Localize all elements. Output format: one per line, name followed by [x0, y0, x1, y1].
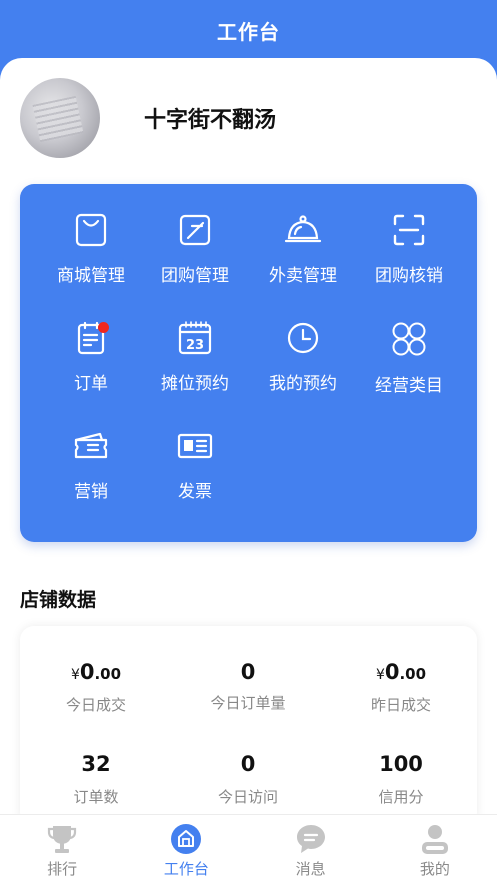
stat-label: 今日访问	[217, 788, 278, 806]
tab-label: 我的	[419, 860, 450, 878]
message-icon	[294, 822, 328, 856]
stat-label: 信用分	[378, 788, 424, 806]
menu-label: 外卖管理	[269, 266, 337, 286]
stat-today-sales[interactable]: ¥0.00 今日成交	[20, 658, 172, 715]
stat-label: 订单数	[73, 788, 119, 806]
menu-label: 团购核销	[375, 266, 443, 286]
svg-text:23: 23	[186, 338, 204, 353]
menu-item-group-buy-management[interactable]: 团购管理	[138, 184, 252, 286]
menu-item-stall-booking[interactable]: 23 摊位预约	[138, 292, 252, 394]
stat-value: 0	[240, 660, 256, 684]
store-data-card: ¥0.00 今日成交 0 今日订单量 ¥0.00 昨日成交 32 订单数 0 今…	[20, 626, 477, 826]
stat-value: 0	[240, 752, 256, 776]
menu-label: 我的预约	[269, 374, 337, 394]
ticket-icon	[71, 428, 111, 464]
stat-value: 100	[379, 752, 423, 776]
invoice-icon	[175, 428, 215, 464]
notification-badge	[98, 322, 109, 333]
food-cloche-icon	[283, 212, 323, 248]
stat-today-orders[interactable]: 0 今日订单量	[172, 658, 324, 713]
function-menu-card: 商城管理 团购管理 外卖管理 团购核销 订单 23 摊位预约 我的预约 经营类目…	[20, 184, 477, 542]
menu-label: 发票	[178, 482, 212, 502]
menu-item-business-category[interactable]: 经营类目	[352, 292, 466, 396]
stat-value: 32	[81, 752, 111, 776]
stat-credit-score[interactable]: 100 信用分	[325, 750, 477, 807]
menu-item-mall-management[interactable]: 商城管理	[34, 184, 148, 286]
menu-item-group-buy-verification[interactable]: 团购核销	[352, 184, 466, 286]
stat-yesterday-sales[interactable]: ¥0.00 昨日成交	[325, 658, 477, 715]
menu-item-orders[interactable]: 订单	[34, 292, 148, 394]
menu-item-marketing[interactable]: 营销	[34, 400, 148, 502]
avatar[interactable]	[20, 78, 100, 158]
user-icon	[418, 822, 452, 856]
tab-messages[interactable]: 消息	[249, 815, 373, 883]
stat-label: 今日成交	[65, 696, 126, 714]
clock-icon	[283, 320, 323, 356]
trophy-icon	[45, 822, 79, 856]
stat-today-visits[interactable]: 0 今日访问	[172, 750, 324, 807]
order-clipboard-icon	[71, 320, 111, 356]
stat-order-count[interactable]: 32 订单数	[20, 750, 172, 807]
tab-label: 消息	[295, 860, 326, 878]
tab-workbench[interactable]: 工作台	[124, 815, 248, 883]
page-title: 工作台	[217, 19, 280, 44]
menu-item-invoice[interactable]: 发票	[138, 400, 252, 502]
stat-value: ¥0.00	[375, 660, 427, 684]
menu-label: 团购管理	[161, 266, 229, 286]
category-grid-icon	[389, 320, 429, 358]
bottom-tab-bar: 排行 工作台 消息 我的	[0, 814, 497, 883]
menu-label: 商城管理	[57, 266, 125, 286]
workbench-icon	[169, 822, 203, 856]
menu-label: 经营类目	[375, 376, 443, 396]
shopping-bag-icon	[71, 212, 111, 248]
stat-label: 昨日成交	[370, 696, 431, 714]
menu-label: 摊位预约	[161, 374, 229, 394]
edit-square-icon	[175, 212, 215, 248]
tab-label: 排行	[47, 860, 78, 878]
menu-item-takeout-management[interactable]: 外卖管理	[246, 184, 360, 286]
store-data-title: 店铺数据	[20, 589, 97, 611]
scan-icon	[389, 212, 429, 248]
tab-label: 工作台	[163, 860, 209, 878]
stat-label: 今日订单量	[210, 694, 286, 712]
menu-label: 订单	[74, 374, 108, 394]
menu-label: 营销	[74, 482, 108, 502]
stat-value: ¥0.00	[70, 660, 122, 684]
top-bar: 工作台	[0, 0, 497, 60]
tab-ranking[interactable]: 排行	[0, 815, 124, 883]
shop-name: 十字街不翻汤	[144, 108, 277, 133]
calendar-icon: 23	[175, 320, 215, 356]
shop-profile[interactable]: 十字街不翻汤	[20, 78, 276, 158]
tab-mine[interactable]: 我的	[373, 815, 497, 883]
menu-item-my-bookings[interactable]: 我的预约	[246, 292, 360, 394]
